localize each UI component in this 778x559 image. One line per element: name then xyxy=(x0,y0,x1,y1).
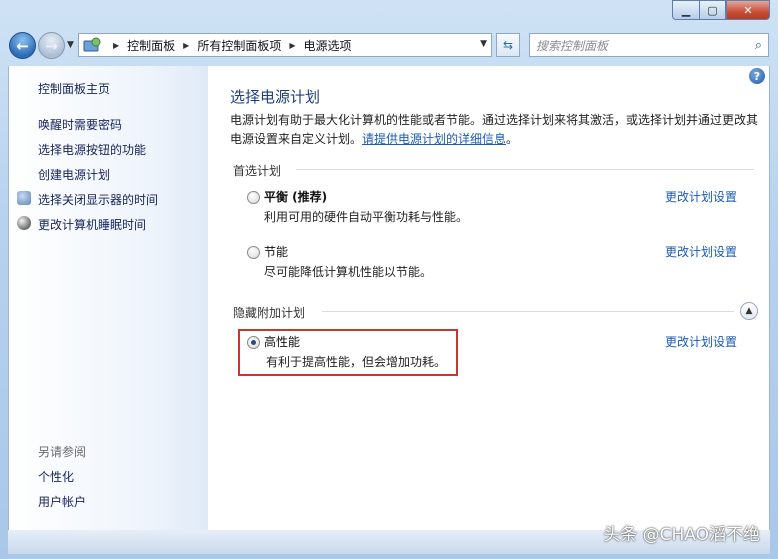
plan-name-high-performance[interactable]: 高性能 xyxy=(264,333,300,350)
see-also-heading: 另请参阅 xyxy=(38,445,87,459)
sidebar-item-user-accounts[interactable]: 用户帐户 xyxy=(38,493,86,510)
preferred-plans-heading: 首选计划 xyxy=(233,164,282,178)
page-title: 选择电源计划 xyxy=(230,88,321,106)
breadcrumb-separator-icon: ▶ xyxy=(289,40,296,50)
control-panel-icon xyxy=(83,37,105,53)
back-arrow-icon: ← xyxy=(16,36,29,55)
plan-details-link[interactable]: 请提供电源计划的详细信息 xyxy=(362,132,506,146)
back-button[interactable]: ← xyxy=(9,32,36,59)
sleep-icon xyxy=(17,216,31,230)
close-button[interactable]: ✕ xyxy=(726,0,770,20)
navigation-bar: ← → ▼ ▶ 控制面板 ▶ 所有控制面板项 ▶ 电源选项 ▼ ⇆ 搜索控制面板… xyxy=(0,30,778,62)
minimize-button[interactable]: ▁ xyxy=(672,0,699,20)
change-plan-settings-power-saver[interactable]: 更改计划设置 xyxy=(665,243,737,260)
search-placeholder: 搜索控制面板 xyxy=(536,38,609,53)
collapse-hidden-plans-button[interactable]: ▲ xyxy=(740,302,758,320)
sidebar-item-power-button[interactable]: 选择电源按钮的功能 xyxy=(38,141,146,158)
sidebar-item-sleep-time[interactable]: 更改计算机睡眠时间 xyxy=(38,216,146,233)
intro-end: 。 xyxy=(506,132,519,146)
chevron-up-icon: ▲ xyxy=(745,306,753,316)
refresh-button[interactable]: ⇆ xyxy=(496,33,520,57)
recent-pages-dropdown-icon[interactable]: ▼ xyxy=(67,40,74,50)
plan-desc-power-saver: 尽可能降低计算机性能以节能。 xyxy=(264,265,433,279)
search-icon[interactable]: ⌕ xyxy=(755,38,762,53)
breadcrumb-all-items[interactable]: 所有控制面板项 xyxy=(197,37,281,54)
forward-button[interactable]: → xyxy=(38,32,65,59)
sidebar-item-display-off[interactable]: 选择关闭显示器的时间 xyxy=(38,191,158,208)
sidebar-item-wake-password[interactable]: 唤醒时需要密码 xyxy=(38,116,122,133)
change-plan-settings-balanced[interactable]: 更改计划设置 xyxy=(665,188,737,205)
search-input[interactable]: 搜索控制面板 ⌕ xyxy=(529,33,769,57)
sidebar-item-personalization[interactable]: 个性化 xyxy=(38,468,74,485)
plan-name-balanced[interactable]: 平衡 (推荐) xyxy=(264,188,327,205)
plan-radio-balanced[interactable] xyxy=(247,191,260,204)
window-frame: ▁ ▢ ✕ ← → ▼ ▶ 控制面板 ▶ 所有控制面板项 ▶ 电源选项 ▼ ⇆ … xyxy=(0,0,778,559)
breadcrumb-control-panel[interactable]: 控制面板 xyxy=(127,37,175,54)
address-dropdown-icon[interactable]: ▼ xyxy=(480,39,487,49)
sidebar: 控制面板主页 唤醒时需要密码 选择电源按钮的功能 创建电源计划 选择关闭显示器的… xyxy=(8,66,208,530)
change-plan-settings-high-performance[interactable]: 更改计划设置 xyxy=(665,333,737,350)
window-controls: ▁ ▢ ✕ xyxy=(672,0,770,22)
hidden-plans-heading[interactable]: 隐藏附加计划 xyxy=(233,304,305,321)
plan-desc-balanced: 利用可用的硬件自动平衡功耗与性能。 xyxy=(264,210,469,224)
monitor-icon xyxy=(17,191,31,205)
section-divider xyxy=(322,311,734,312)
section-divider xyxy=(296,169,754,170)
address-bar[interactable]: ▶ 控制面板 ▶ 所有控制面板项 ▶ 电源选项 ▼ xyxy=(78,33,492,57)
forward-arrow-icon: → xyxy=(45,36,58,55)
watermark: 头条 @CHAO滔不绝 xyxy=(603,525,760,545)
refresh-icon: ⇆ xyxy=(502,38,514,52)
sidebar-item-create-plan[interactable]: 创建电源计划 xyxy=(38,166,110,183)
plan-radio-power-saver[interactable] xyxy=(247,246,260,259)
plan-radio-high-performance[interactable] xyxy=(247,336,260,349)
intro-paragraph: 电源计划有助于最大化计算机的性能或者节能。通过选择计划来将其激活，或选择计划并通… xyxy=(230,111,765,149)
sidebar-item-home[interactable]: 控制面板主页 xyxy=(38,80,110,97)
plan-name-power-saver[interactable]: 节能 xyxy=(264,243,288,260)
breadcrumb-power-options[interactable]: 电源选项 xyxy=(304,37,352,54)
plan-desc-high-performance: 有利于提高性能，但会增加功耗。 xyxy=(266,355,447,369)
breadcrumb-separator-icon: ▶ xyxy=(113,40,120,50)
main-content: ? 选择电源计划 电源计划有助于最大化计算机的性能或者节能。通过选择计划来将其激… xyxy=(208,66,770,530)
breadcrumb-separator-icon: ▶ xyxy=(183,40,190,50)
help-icon[interactable]: ? xyxy=(749,68,765,84)
maximize-button[interactable]: ▢ xyxy=(699,0,726,20)
